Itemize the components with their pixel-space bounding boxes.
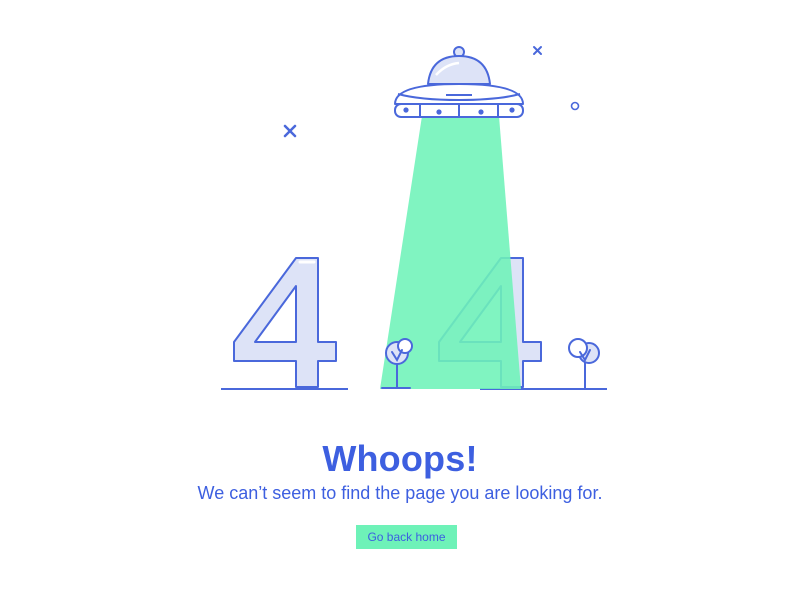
star-circle-icon bbox=[570, 101, 580, 111]
ufo-icon bbox=[394, 46, 524, 118]
go-back-home-button[interactable]: Go back home bbox=[356, 525, 457, 549]
error-message: We can’t seem to find the page you are l… bbox=[197, 483, 603, 503]
star-x-icon bbox=[533, 46, 542, 55]
not-found-illustration bbox=[221, 46, 607, 390]
tree-icon bbox=[568, 338, 600, 389]
digit-four-left bbox=[233, 257, 337, 388]
error-heading: Whoops! bbox=[322, 438, 478, 479]
star-x-icon bbox=[283, 124, 297, 138]
